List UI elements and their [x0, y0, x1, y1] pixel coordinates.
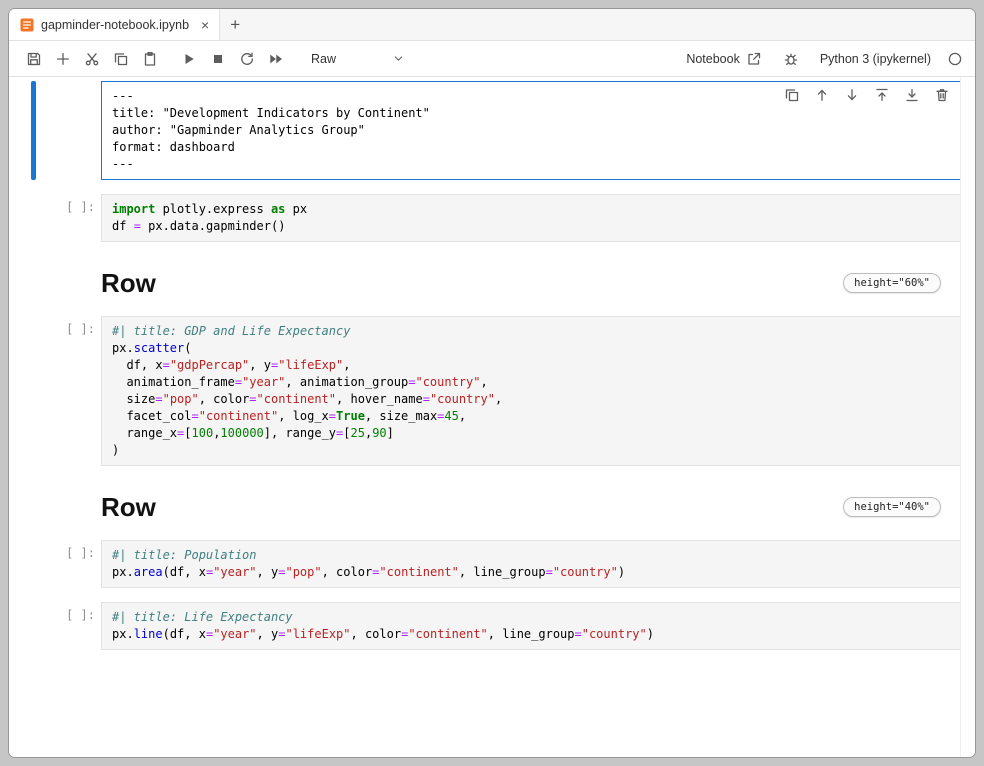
delete-icon[interactable] — [934, 87, 950, 103]
kernel-status-icon[interactable] — [947, 51, 963, 67]
code-line: facet_col="continent", log_x=True, size_… — [112, 408, 950, 425]
code-line: format: dashboard — [112, 139, 950, 156]
move-up-icon[interactable] — [814, 87, 830, 103]
code-line: --- — [112, 156, 950, 173]
code-line: author: "Gapminder Analytics Group" — [112, 122, 950, 139]
notebook-icon — [19, 17, 35, 33]
window-frame: gapminder-notebook.ipynb × + Raw Noteboo… — [0, 0, 984, 766]
notebook-toolbar: Raw Notebook Python 3 (ipykernel) — [9, 41, 975, 77]
code-line: ) — [112, 442, 950, 459]
notebook-content: --- title: "Development Indicators by Con… — [9, 77, 975, 757]
cell-prompt: [ ]: — [9, 540, 101, 588]
code-line: import plotly.express as px — [112, 201, 950, 218]
cell-editor[interactable]: #| title: Populationpx.area(df, x="year"… — [101, 540, 961, 588]
run-icon[interactable] — [176, 46, 202, 72]
tab-title: gapminder-notebook.ipynb — [41, 18, 189, 32]
cut-icon[interactable] — [79, 46, 105, 72]
insert-below-icon[interactable] — [904, 87, 920, 103]
code-line: px.area(df, x="year", y="pop", color="co… — [112, 564, 950, 581]
code-cell: [ ]:import plotly.express as pxdf = px.d… — [9, 194, 961, 242]
cell-prompt: [ ]: — [9, 602, 101, 650]
toolbar-right: Notebook Python 3 (ipykernel) — [686, 46, 963, 72]
cell-editor[interactable]: --- title: "Development Indicators by Con… — [101, 81, 961, 180]
code-line: df = px.data.gapminder() — [112, 218, 950, 235]
raw-cell: --- title: "Development Indicators by Con… — [9, 81, 961, 180]
section-heading: Row — [101, 268, 156, 298]
code-cell: [ ]:#| title: Populationpx.area(df, x="y… — [9, 540, 961, 588]
cell-prompt — [9, 81, 101, 180]
tab-gapminder-notebook[interactable]: gapminder-notebook.ipynb × — [9, 9, 220, 40]
tab-bar: gapminder-notebook.ipynb × + — [9, 9, 975, 41]
cell-prompt: [ ]: — [9, 316, 101, 466]
code-cell: [ ]:#| title: GDP and Life Expectancypx.… — [9, 316, 961, 466]
code-line: title: "Development Indicators by Contin… — [112, 105, 950, 122]
cell-editor[interactable]: import plotly.express as pxdf = px.data.… — [101, 194, 961, 242]
height-badge: height="40%" — [843, 497, 941, 517]
paste-icon[interactable] — [137, 46, 163, 72]
code-line: #| title: Life Expectancy — [112, 609, 950, 626]
code-line: #| title: Population — [112, 547, 950, 564]
kernel-name[interactable]: Python 3 (ipykernel) — [820, 52, 931, 66]
active-cell-collapser[interactable] — [31, 81, 36, 180]
cell-editor[interactable]: #| title: Life Expectancypx.line(df, x="… — [101, 602, 961, 650]
fast-forward-icon[interactable] — [263, 46, 289, 72]
duplicate-icon[interactable] — [784, 87, 800, 103]
add-cell-icon[interactable] — [50, 46, 76, 72]
jupyterlab-window: gapminder-notebook.ipynb × + Raw Noteboo… — [8, 8, 976, 758]
code-line: animation_frame="year", animation_group=… — [112, 374, 950, 391]
cell-prompt: [ ]: — [9, 194, 101, 242]
code-line: px.line(df, x="year", y="lifeExp", color… — [112, 626, 950, 643]
stop-icon[interactable] — [205, 46, 231, 72]
tab-close-icon[interactable]: × — [201, 18, 209, 32]
insert-above-icon[interactable] — [874, 87, 890, 103]
section-heading: Row — [101, 492, 156, 522]
markdown-cell: Row height="60%" — [9, 268, 961, 298]
notebook-button-label: Notebook — [686, 52, 740, 66]
chevron-down-icon — [392, 52, 405, 65]
code-line: #| title: GDP and Life Expectancy — [112, 323, 950, 340]
cell-type-dropdown[interactable]: Raw — [305, 49, 411, 69]
code-line: range_x=[100,100000], range_y=[25,90] — [112, 425, 950, 442]
save-icon[interactable] — [21, 46, 47, 72]
cell-list: --- title: "Development Indicators by Con… — [9, 81, 961, 650]
code-cell: [ ]:#| title: Life Expectancypx.line(df,… — [9, 602, 961, 650]
code-line: size="pop", color="continent", hover_nam… — [112, 391, 950, 408]
markdown-cell: Row height="40%" — [9, 492, 961, 522]
external-link-icon — [746, 51, 762, 67]
restart-icon[interactable] — [234, 46, 260, 72]
code-line: px.scatter( — [112, 340, 950, 357]
cell-type-value: Raw — [311, 52, 336, 66]
toolbar-left-icons — [21, 46, 289, 72]
bug-icon[interactable] — [778, 46, 804, 72]
code-line: df, x="gdpPercap", y="lifeExp", — [112, 357, 950, 374]
open-in-notebook-button[interactable]: Notebook — [686, 51, 762, 67]
new-tab-button[interactable]: + — [220, 9, 250, 40]
copy-icon[interactable] — [108, 46, 134, 72]
cell-toolbar — [784, 87, 950, 103]
cell-editor[interactable]: #| title: GDP and Life Expectancypx.scat… — [101, 316, 961, 466]
height-badge: height="60%" — [843, 273, 941, 293]
move-down-icon[interactable] — [844, 87, 860, 103]
